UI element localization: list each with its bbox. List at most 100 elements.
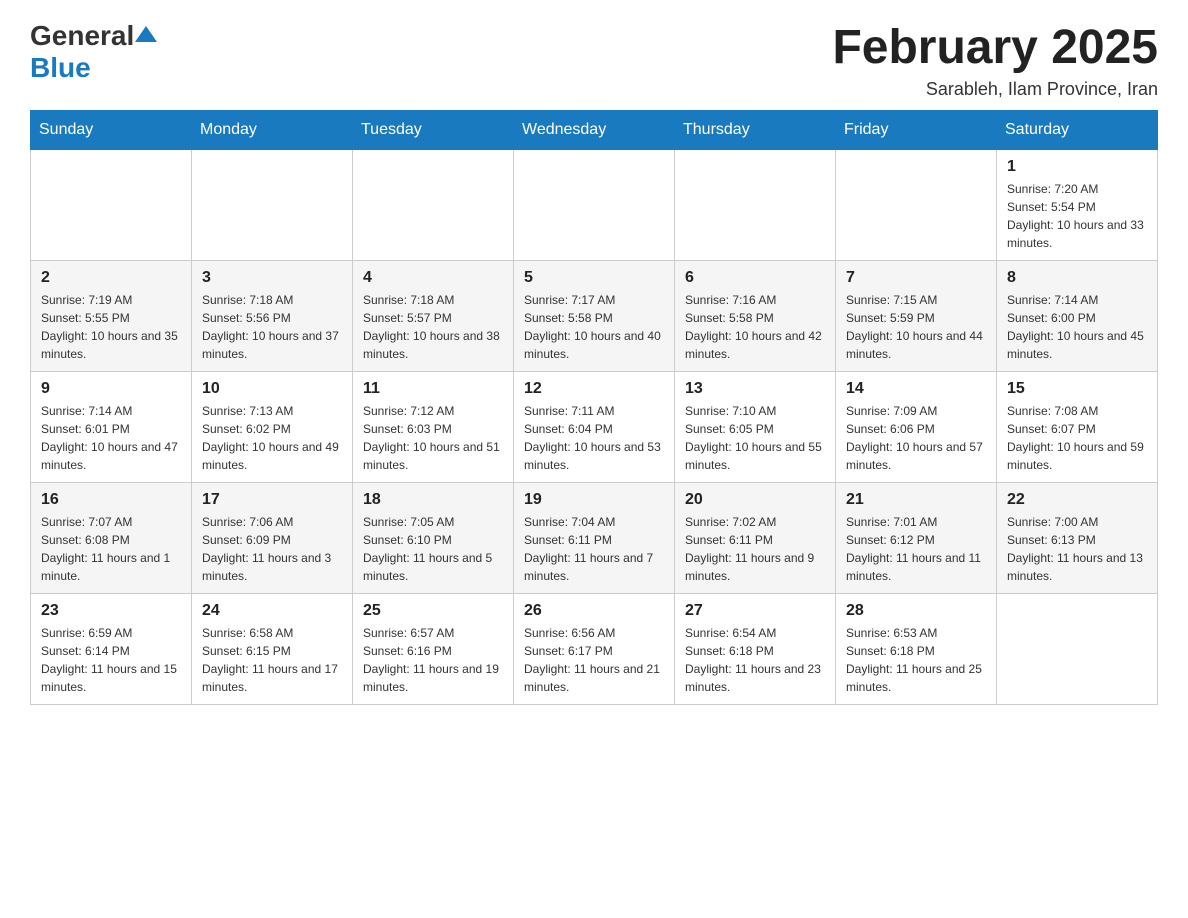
location: Sarableh, Ilam Province, Iran (832, 79, 1158, 100)
calendar-cell: 23 Sunrise: 6:59 AMSunset: 6:14 PMDayligh… (31, 594, 192, 705)
day-number: 2 (41, 269, 181, 287)
calendar-cell: 7 Sunrise: 7:15 AMSunset: 5:59 PMDaylight… (836, 261, 997, 372)
day-number: 18 (363, 491, 503, 509)
day-number: 11 (363, 380, 503, 398)
calendar-cell: 15Sunrise: 7:08 AMSunset: 6:07 PMDayligh… (997, 372, 1158, 483)
day-info: Sunrise: 7:18 AMSunset: 5:56 PMDaylight:… (202, 291, 342, 363)
day-header-wednesday: Wednesday (514, 111, 675, 150)
day-number: 5 (524, 269, 664, 287)
calendar-cell: 13 Sunrise: 7:10 AMSunset: 6:05 PMDayligh… (675, 372, 836, 483)
calendar-cell: 22Sunrise: 7:00 AMSunset: 6:13 PMDayligh… (997, 483, 1158, 594)
calendar-cell: 21 Sunrise: 7:01 AMSunset: 6:12 PMDayligh… (836, 483, 997, 594)
day-header-monday: Monday (192, 111, 353, 150)
day-number: 26 (524, 602, 664, 620)
day-header-thursday: Thursday (675, 111, 836, 150)
calendar-cell: 14 Sunrise: 7:09 AMSunset: 6:06 PMDayligh… (836, 372, 997, 483)
calendar-cell: 10 Sunrise: 7:13 AMSunset: 6:02 PMDayligh… (192, 372, 353, 483)
day-info: Sunrise: 7:17 AMSunset: 5:58 PMDaylight:… (524, 291, 664, 363)
calendar-cell: 28Sunrise: 6:53 AMSunset: 6:18 PMDayligh… (836, 594, 997, 705)
day-number: 8 (1007, 269, 1147, 287)
logo-general: General (30, 20, 134, 52)
calendar-cell (31, 150, 192, 261)
day-number: 4 (363, 269, 503, 287)
calendar-cell: 5 Sunrise: 7:17 AMSunset: 5:58 PMDaylight… (514, 261, 675, 372)
logo-blue: Blue (30, 52, 91, 83)
day-header-saturday: Saturday (997, 111, 1158, 150)
logo-triangle-icon (135, 24, 157, 49)
day-number: 9 (41, 380, 181, 398)
day-info: Sunrise: 6:53 AMSunset: 6:18 PMDaylight:… (846, 624, 986, 696)
calendar-cell: 17Sunrise: 7:06 AMSunset: 6:09 PMDayligh… (192, 483, 353, 594)
day-number: 27 (685, 602, 825, 620)
calendar-cell: 26 Sunrise: 6:56 AMSunset: 6:17 PMDayligh… (514, 594, 675, 705)
day-info: Sunrise: 7:13 AMSunset: 6:02 PMDaylight:… (202, 402, 342, 474)
week-row-5: 23 Sunrise: 6:59 AMSunset: 6:14 PMDayligh… (31, 594, 1158, 705)
week-row-1: 1 Sunrise: 7:20 AMSunset: 5:54 PMDaylight… (31, 150, 1158, 261)
calendar-cell (514, 150, 675, 261)
day-info: Sunrise: 7:09 AMSunset: 6:06 PMDaylight:… (846, 402, 986, 474)
day-number: 3 (202, 269, 342, 287)
day-number: 7 (846, 269, 986, 287)
day-number: 10 (202, 380, 342, 398)
calendar-cell: 3 Sunrise: 7:18 AMSunset: 5:56 PMDaylight… (192, 261, 353, 372)
day-info: Sunrise: 6:58 AMSunset: 6:15 PMDaylight:… (202, 624, 342, 696)
calendar-cell: 24 Sunrise: 6:58 AMSunset: 6:15 PMDayligh… (192, 594, 353, 705)
day-info: Sunrise: 7:19 AMSunset: 5:55 PMDaylight:… (41, 291, 181, 363)
page-header: General Blue February 2025 Sarableh, Ila… (30, 20, 1158, 100)
day-info: Sunrise: 7:14 AMSunset: 6:01 PMDaylight:… (41, 402, 181, 474)
day-info: Sunrise: 7:07 AMSunset: 6:08 PMDaylight:… (41, 513, 181, 585)
day-header-sunday: Sunday (31, 111, 192, 150)
calendar-cell: 2 Sunrise: 7:19 AMSunset: 5:55 PMDaylight… (31, 261, 192, 372)
week-row-2: 2 Sunrise: 7:19 AMSunset: 5:55 PMDaylight… (31, 261, 1158, 372)
calendar-cell: 25 Sunrise: 6:57 AMSunset: 6:16 PMDayligh… (353, 594, 514, 705)
week-row-4: 16 Sunrise: 7:07 AMSunset: 6:08 PMDayligh… (31, 483, 1158, 594)
calendar-cell (192, 150, 353, 261)
day-info: Sunrise: 7:12 AMSunset: 6:03 PMDaylight:… (363, 402, 503, 474)
logo: General Blue (30, 20, 158, 84)
day-info: Sunrise: 7:15 AMSunset: 5:59 PMDaylight:… (846, 291, 986, 363)
calendar-header-row: SundayMondayTuesdayWednesdayThursdayFrid… (31, 111, 1158, 150)
calendar-cell (675, 150, 836, 261)
day-number: 25 (363, 602, 503, 620)
calendar-cell: 12Sunrise: 7:11 AMSunset: 6:04 PMDayligh… (514, 372, 675, 483)
day-info: Sunrise: 6:54 AMSunset: 6:18 PMDaylight:… (685, 624, 825, 696)
day-number: 16 (41, 491, 181, 509)
day-number: 24 (202, 602, 342, 620)
day-number: 14 (846, 380, 986, 398)
day-info: Sunrise: 7:14 AMSunset: 6:00 PMDaylight:… (1007, 291, 1147, 363)
calendar-table: SundayMondayTuesdayWednesdayThursdayFrid… (30, 110, 1158, 705)
day-number: 13 (685, 380, 825, 398)
day-info: Sunrise: 7:20 AMSunset: 5:54 PMDaylight:… (1007, 180, 1147, 252)
calendar-cell: 20Sunrise: 7:02 AMSunset: 6:11 PMDayligh… (675, 483, 836, 594)
calendar-cell: 18 Sunrise: 7:05 AMSunset: 6:10 PMDayligh… (353, 483, 514, 594)
calendar-cell: 9 Sunrise: 7:14 AMSunset: 6:01 PMDaylight… (31, 372, 192, 483)
day-number: 22 (1007, 491, 1147, 509)
day-info: Sunrise: 7:05 AMSunset: 6:10 PMDaylight:… (363, 513, 503, 585)
day-info: Sunrise: 6:57 AMSunset: 6:16 PMDaylight:… (363, 624, 503, 696)
day-number: 17 (202, 491, 342, 509)
day-number: 1 (1007, 158, 1147, 176)
day-number: 6 (685, 269, 825, 287)
month-title: February 2025 (832, 20, 1158, 75)
day-info: Sunrise: 7:16 AMSunset: 5:58 PMDaylight:… (685, 291, 825, 363)
calendar-cell: 4 Sunrise: 7:18 AMSunset: 5:57 PMDaylight… (353, 261, 514, 372)
day-header-tuesday: Tuesday (353, 111, 514, 150)
day-info: Sunrise: 7:10 AMSunset: 6:05 PMDaylight:… (685, 402, 825, 474)
day-info: Sunrise: 6:59 AMSunset: 6:14 PMDaylight:… (41, 624, 181, 696)
calendar-cell: 6 Sunrise: 7:16 AMSunset: 5:58 PMDaylight… (675, 261, 836, 372)
day-number: 19 (524, 491, 664, 509)
day-info: Sunrise: 7:02 AMSunset: 6:11 PMDaylight:… (685, 513, 825, 585)
day-info: Sunrise: 7:04 AMSunset: 6:11 PMDaylight:… (524, 513, 664, 585)
calendar-cell: 8 Sunrise: 7:14 AMSunset: 6:00 PMDaylight… (997, 261, 1158, 372)
week-row-3: 9 Sunrise: 7:14 AMSunset: 6:01 PMDaylight… (31, 372, 1158, 483)
day-info: Sunrise: 7:18 AMSunset: 5:57 PMDaylight:… (363, 291, 503, 363)
day-number: 23 (41, 602, 181, 620)
day-info: Sunrise: 6:56 AMSunset: 6:17 PMDaylight:… (524, 624, 664, 696)
calendar-cell: 27 Sunrise: 6:54 AMSunset: 6:18 PMDayligh… (675, 594, 836, 705)
calendar-cell (836, 150, 997, 261)
calendar-cell (997, 594, 1158, 705)
day-info: Sunrise: 7:01 AMSunset: 6:12 PMDaylight:… (846, 513, 986, 585)
day-number: 15 (1007, 380, 1147, 398)
day-number: 21 (846, 491, 986, 509)
calendar-cell: 16 Sunrise: 7:07 AMSunset: 6:08 PMDayligh… (31, 483, 192, 594)
